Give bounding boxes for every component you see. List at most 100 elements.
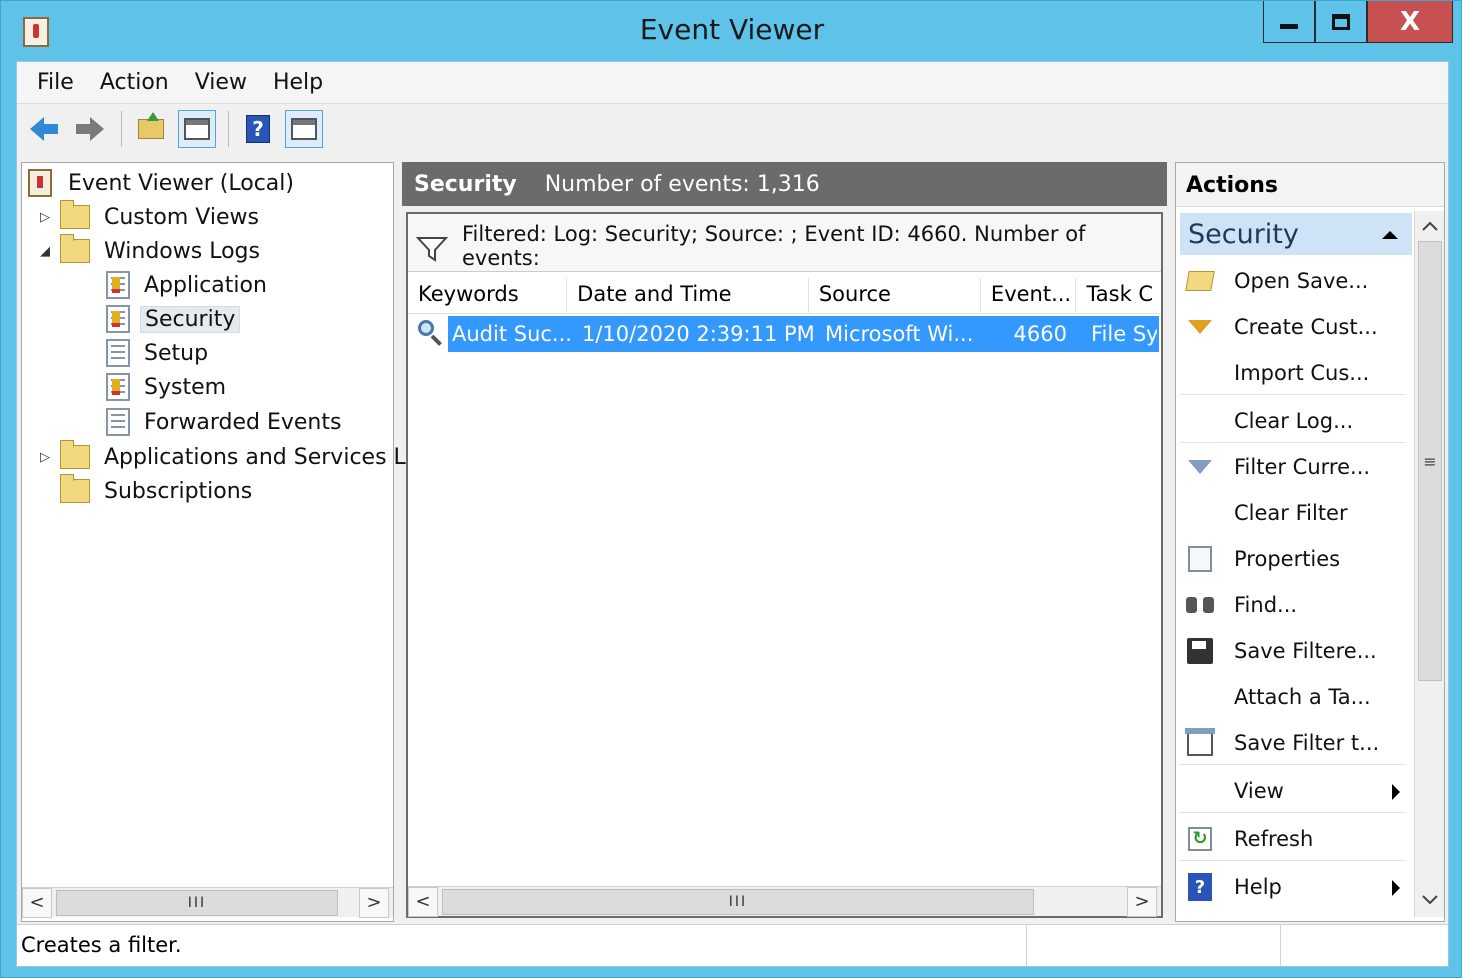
chevron-up-icon xyxy=(1422,221,1438,231)
tree-item-application[interactable]: Application xyxy=(106,269,271,301)
help-icon: ? xyxy=(246,115,270,143)
column-keywords[interactable]: Keywords xyxy=(408,278,568,313)
menu-help[interactable]: Help xyxy=(263,70,339,95)
action-label: Save Filter t... xyxy=(1234,730,1380,755)
forward-button[interactable] xyxy=(71,110,109,148)
expand-icon[interactable]: ▷ xyxy=(38,210,52,225)
back-button[interactable] xyxy=(25,110,63,148)
table-row[interactable]: Audit Suc... 1/10/2020 2:39:11 PM Micros… xyxy=(448,316,1159,352)
tree-item-subscriptions[interactable]: Subscriptions xyxy=(60,474,256,507)
maximize-button[interactable] xyxy=(1315,1,1367,43)
action-clear-filter[interactable]: Clear Filter xyxy=(1180,491,1406,535)
actions-vertical-scrollbar[interactable]: ≡ xyxy=(1414,211,1444,917)
action-open-saved-log[interactable]: Open Save... xyxy=(1180,259,1406,303)
show-hide-console-tree-icon xyxy=(184,118,210,140)
log-icon xyxy=(106,339,130,367)
scroll-down-button[interactable] xyxy=(1415,885,1445,915)
cell-source: Microsoft Wi... xyxy=(825,322,974,346)
tree-item-label: Forwarded Events xyxy=(144,409,342,435)
tree-item-custom-views[interactable]: ▷ Custom Views xyxy=(38,200,263,233)
minimize-button[interactable] xyxy=(1263,1,1315,43)
tree-item-forwarded-events[interactable]: Forwarded Events xyxy=(106,406,345,438)
action-attach-task[interactable]: Attach a Ta... xyxy=(1180,675,1406,719)
folder-icon xyxy=(60,200,90,229)
back-arrow-icon xyxy=(30,117,58,141)
actions-section-security[interactable]: Security xyxy=(1180,213,1412,255)
tree-item-windows-logs[interactable]: ◢ Windows Logs xyxy=(38,234,264,267)
column-source[interactable]: Source xyxy=(809,278,981,313)
action-filter-current-log[interactable]: Filter Curre... xyxy=(1180,445,1406,489)
menu-action[interactable]: Action xyxy=(90,70,185,95)
tree-item-event-viewer-local[interactable]: Event Viewer (Local) xyxy=(28,167,298,199)
action-clear-log[interactable]: Clear Log... xyxy=(1180,399,1406,443)
menu-view[interactable]: View xyxy=(185,70,263,95)
collapse-triangle-icon[interactable] xyxy=(1382,231,1398,239)
filter-funnel-icon xyxy=(1188,460,1212,474)
action-label: Find... xyxy=(1234,593,1298,617)
tree-item-label: Application xyxy=(144,272,267,298)
save-filter-icon xyxy=(1185,727,1215,756)
status-panel-3 xyxy=(1281,925,1447,966)
event-viewer-window: Event Viewer X File Action View Help ? E… xyxy=(0,0,1462,978)
column-event-id[interactable]: Event... xyxy=(981,278,1077,313)
tree-item-system[interactable]: System xyxy=(106,371,230,403)
menu-bar: File Action View Help xyxy=(17,62,1448,104)
tree-horizontal-scrollbar[interactable]: < III > xyxy=(22,887,393,918)
scroll-left-button[interactable]: < xyxy=(22,887,52,918)
action-import-custom-view[interactable]: Import Cus... xyxy=(1180,351,1406,395)
help-button[interactable]: ? xyxy=(239,110,277,148)
event-list-horizontal-scrollbar[interactable]: < III > xyxy=(408,886,1161,917)
log-title: Security xyxy=(414,171,517,197)
help-icon: ? xyxy=(1188,873,1212,901)
scroll-right-button[interactable]: > xyxy=(1127,886,1157,917)
cell-date-time: 1/10/2020 2:39:11 PM xyxy=(582,322,815,346)
collapse-icon[interactable]: ◢ xyxy=(38,244,52,259)
forward-arrow-icon xyxy=(76,117,104,141)
action-properties[interactable]: Properties xyxy=(1180,537,1406,581)
show-hide-console-tree-button[interactable] xyxy=(178,110,216,148)
action-label: Help xyxy=(1234,875,1282,899)
tree-item-security[interactable]: Security xyxy=(106,303,241,335)
up-one-level-button[interactable] xyxy=(132,110,170,148)
action-save-filtered-log[interactable]: Save Filtere... xyxy=(1180,629,1406,673)
cell-event-id: 4660 xyxy=(1013,322,1067,346)
tree-item-label: System xyxy=(144,374,227,400)
scroll-up-button[interactable] xyxy=(1415,211,1445,241)
action-find[interactable]: Find... xyxy=(1180,583,1406,627)
action-label: Properties xyxy=(1234,547,1341,571)
action-refresh[interactable]: ↻ Refresh xyxy=(1180,817,1406,861)
close-button[interactable]: X xyxy=(1367,1,1453,43)
scroll-thumb[interactable]: III xyxy=(442,889,1034,915)
event-grid-header: Keywords Date and Time Source Event... T… xyxy=(408,278,1161,314)
audit-success-key-icon xyxy=(418,320,444,346)
save-disk-icon xyxy=(1187,638,1213,664)
refresh-icon: ↻ xyxy=(1188,826,1212,851)
close-icon: X xyxy=(1399,6,1421,37)
tree-item-label: Custom Views xyxy=(104,204,259,230)
tree-item-setup[interactable]: Setup xyxy=(106,337,212,369)
title-bar[interactable]: Event Viewer X xyxy=(1,1,1461,61)
scroll-thumb[interactable]: III xyxy=(56,890,338,916)
window-title: Event Viewer xyxy=(639,13,825,46)
action-create-custom-view[interactable]: Create Cust... xyxy=(1180,305,1406,349)
action-label: Open Save... xyxy=(1234,269,1369,293)
action-label: Clear Log... xyxy=(1234,408,1354,433)
action-view-submenu[interactable]: View xyxy=(1180,769,1406,813)
action-save-filter-to-custom-view[interactable]: Save Filter t... xyxy=(1180,721,1406,765)
column-task-category[interactable]: Task C xyxy=(1076,278,1161,313)
log-icon xyxy=(106,271,130,299)
subscriptions-icon xyxy=(60,474,90,503)
scroll-left-button[interactable]: < xyxy=(408,886,438,917)
expand-icon[interactable]: ▷ xyxy=(38,450,52,465)
actions-pane: Actions Security Open Save... Create Cus… xyxy=(1175,162,1445,922)
scroll-thumb[interactable]: ≡ xyxy=(1418,241,1442,681)
scroll-right-button[interactable]: > xyxy=(359,887,389,918)
section-title: Security xyxy=(1188,219,1299,250)
tree-item-applications-and-services[interactable]: ▷ Applications and Services Lo xyxy=(38,440,423,473)
column-date-and-time[interactable]: Date and Time xyxy=(567,278,809,313)
action-help-submenu[interactable]: ? Help xyxy=(1180,865,1406,909)
menu-file[interactable]: File xyxy=(27,70,90,95)
log-icon xyxy=(106,305,130,333)
client-area: File Action View Help ? Event Viewer (Lo… xyxy=(16,61,1449,967)
show-hide-action-pane-button[interactable] xyxy=(285,110,323,148)
